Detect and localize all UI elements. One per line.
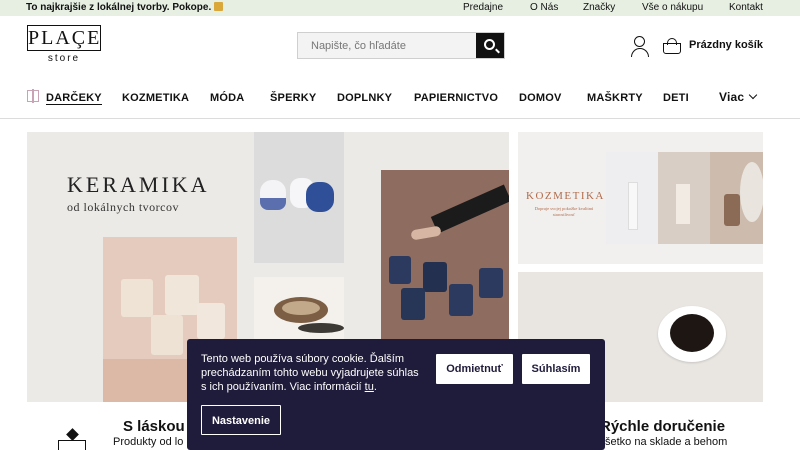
promo-kozmetika-title: KOZMETIKA (526, 190, 605, 202)
topbar-link-znacky[interactable]: Značky (583, 2, 615, 13)
nav-item-sperky[interactable]: ŠPERKY (270, 92, 316, 104)
nav-item-deti[interactable]: DETI (663, 92, 689, 104)
nav-item-doplnky[interactable]: DOPLNKY (337, 92, 392, 104)
search-button[interactable] (476, 33, 504, 58)
feature-desc-s-laskou: Produkty od lo (113, 436, 184, 448)
main-navigation: DARČEKY KOZMETIKA MÓDA ŠPERKY DOPLNKY PA… (0, 86, 800, 112)
basket-icon (662, 38, 682, 54)
logo-subtitle: store (47, 53, 81, 64)
cookie-accept-button[interactable]: Súhlasím (522, 354, 590, 384)
cookie-settings-button[interactable]: Nastavenie (201, 405, 281, 435)
topbar-link-kontakt[interactable]: Kontakt (729, 2, 763, 13)
search-input[interactable] (298, 33, 476, 58)
product-photo-2 (658, 152, 710, 244)
gift-icon (27, 89, 39, 103)
nav-item-maskrty[interactable]: MAŠKRTY (587, 92, 643, 104)
cart-label: Prázdny košík (689, 39, 763, 51)
cookie-more-info-link[interactable]: tu (365, 381, 374, 393)
topbar-link-o-nas[interactable]: O Nás (530, 2, 558, 13)
dark-cups-photo (381, 170, 509, 340)
gift-icon (214, 2, 224, 11)
product-photo-1 (606, 152, 658, 244)
nav-item-kozmetika[interactable]: KOZMETIKA (122, 92, 189, 104)
cookie-consent-banner: Tento web používa súbory cookie. Ďalším … (187, 339, 605, 450)
topbar-link-vse-o-nakupu[interactable]: Vše o nákupu (642, 2, 703, 13)
feature-desc-rychle-dorucenie: šetko na sklade a behom (605, 436, 728, 448)
cookie-reject-button[interactable]: Odmietnuť (436, 354, 513, 384)
chevron-down-icon (749, 90, 758, 100)
store-logo[interactable]: PLAÇE store (27, 25, 101, 65)
announcement-text: To najkrajšie z lokálnej tvorby. Pokope. (26, 2, 224, 13)
search-bar (297, 32, 505, 59)
promo-banner-kozmetika[interactable]: KOZMETIKA Dopraje svojej pokožke kvalitn… (518, 132, 763, 264)
nav-item-papiernictvo[interactable]: PAPIERNICTVO (414, 92, 498, 104)
user-account-icon[interactable] (630, 36, 650, 58)
cookie-message: Tento web používa súbory cookie. Ďalším … (201, 353, 419, 393)
logo-wordmark: PLAÇE (27, 25, 102, 51)
nav-item-moda[interactable]: MÓDA (210, 92, 244, 104)
ceramic-bowl-photo (254, 277, 344, 347)
feature-title-s-laskou: S láskou (123, 418, 185, 435)
topbar-link-predajne[interactable]: Predajne (463, 2, 503, 13)
nav-item-domov[interactable]: DOMOV (519, 92, 562, 104)
search-icon (484, 39, 495, 50)
header-divider (0, 118, 800, 119)
announcement-bar: To najkrajšie z lokálnej tvorby. Pokope.… (0, 0, 800, 16)
hero-subtitle: od lokálnych tvorcov (67, 200, 179, 214)
feature-title-rychle-dorucenie: Rýchle doručenie (600, 418, 726, 435)
product-photo-3 (710, 152, 763, 244)
nav-item-more[interactable]: Viac (719, 90, 758, 104)
blue-cups-photo (254, 132, 344, 263)
hero-title: KERAMIKA (67, 172, 210, 197)
nav-item-darceky[interactable]: DARČEKY (46, 92, 102, 105)
promo-kozmetika-subtitle: Dopraje svojej pokožke kvalitnú starostl… (534, 206, 594, 217)
heart-box-icon (56, 428, 88, 450)
